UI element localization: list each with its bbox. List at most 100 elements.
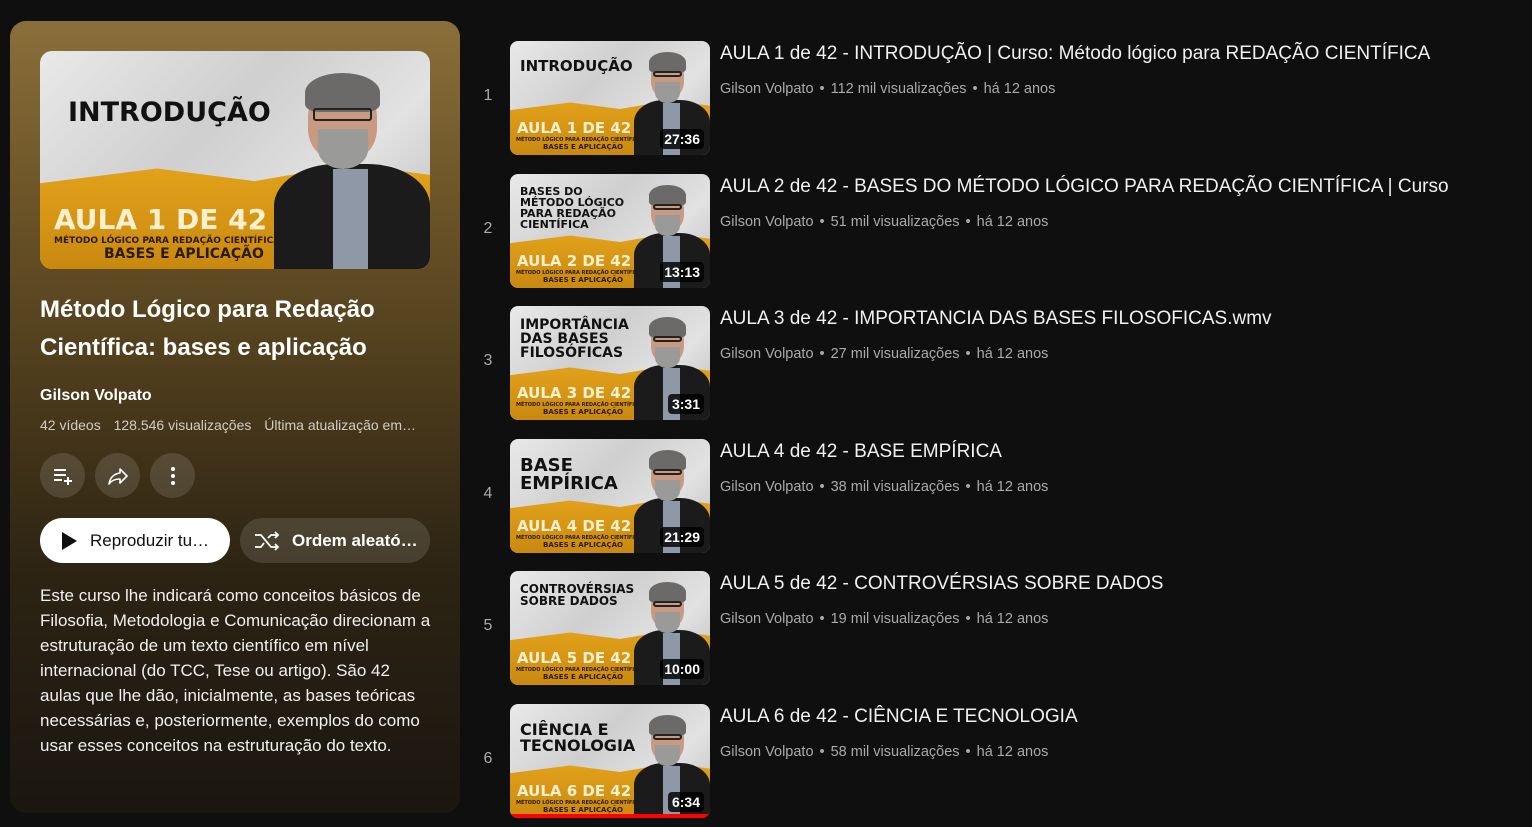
video-thumbnail[interactable]: CIÊNCIA E TECNOLOGIA AULA 6 DE 42 MÉTODO…: [510, 704, 710, 818]
video-channel[interactable]: Gilson Volpato: [720, 744, 814, 760]
video-thumbnail[interactable]: IMPORTÂNCIA DAS BASES FILOSÓFICAS AULA 3…: [510, 306, 710, 420]
playlist-video-row[interactable]: 2 BASES DO MÉTODO LÓGICO PARA REDAÇÃO CI…: [470, 174, 1520, 288]
thumbnail-aula: AULA 2 DE 42: [517, 252, 632, 270]
video-metadata: Gilson Volpato • 27 mil visualizações • há 1…: [720, 346, 1048, 362]
thumbnail-aula: AULA 3 DE 42: [517, 384, 632, 402]
video-views: 112 mil visualizações: [830, 81, 967, 97]
video-duration: 27:36: [660, 129, 704, 149]
share-icon: [107, 467, 128, 485]
video-channel[interactable]: Gilson Volpato: [720, 479, 814, 495]
playlist-header-panel: INTRODUÇÃO AULA 1 DE 42 MÉTODO LÓGICO PA…: [10, 21, 460, 813]
video-age: há 12 anos: [976, 479, 1049, 495]
shuffle-icon: [255, 530, 280, 551]
video-index: 4: [483, 485, 493, 502]
video-channel[interactable]: Gilson Volpato: [720, 214, 814, 230]
video-duration: 13:13: [660, 262, 704, 282]
video-title[interactable]: AULA 6 de 42 - CIÊNCIA E TECNOLOGIA: [720, 706, 1078, 728]
video-duration: 6:34: [667, 792, 704, 812]
shuffle-label: Ordem aleató…: [292, 530, 418, 550]
thumbnail-subtitle-2: BASES E APLICAÇÃO: [543, 408, 623, 416]
playlist-views: 128.546 visualizações: [113, 417, 252, 433]
presenter-image: [274, 51, 430, 269]
video-count: 42 vídeos: [40, 417, 101, 433]
video-duration: 3:31: [667, 394, 704, 414]
separator-dot: •: [965, 611, 971, 627]
video-index: 3: [483, 352, 493, 369]
separator-dot: •: [819, 744, 825, 760]
video-channel[interactable]: Gilson Volpato: [720, 611, 814, 627]
video-metadata: Gilson Volpato • 19 mil visualizações • há 1…: [720, 611, 1048, 627]
video-age: há 12 anos: [976, 214, 1049, 230]
video-index: 2: [483, 220, 493, 237]
video-title[interactable]: AULA 1 de 42 - INTRODUÇÃO | Curso: Métod…: [720, 43, 1430, 65]
video-index: 1: [483, 87, 493, 104]
playlist-video-row[interactable]: 3 IMPORTÂNCIA DAS BASES FILOSÓFICAS AULA…: [470, 306, 1520, 420]
video-channel[interactable]: Gilson Volpato: [720, 81, 814, 97]
thumbnail-subtitle-2: BASES E APLICAÇÃO: [543, 673, 623, 681]
playlist-video-row[interactable]: 1 INTRODUÇÃO AULA 1 DE 42 MÉTODO LÓGICO …: [470, 41, 1520, 155]
video-thumbnail[interactable]: BASE EMPÍRICA AULA 4 DE 42 MÉTODO LÓGICO…: [510, 439, 710, 553]
more-actions-button[interactable]: [150, 453, 195, 498]
video-metadata: Gilson Volpato • 51 mil visualizações • há 1…: [720, 214, 1048, 230]
video-views: 58 mil visualizações: [830, 744, 960, 760]
separator-dot: •: [819, 346, 825, 362]
playlist-add-icon: [53, 468, 72, 485]
separator-dot: •: [965, 744, 971, 760]
play-all-label: Reproduzir tu…: [90, 530, 210, 550]
video-age: há 12 anos: [976, 611, 1049, 627]
video-duration: 10:00: [660, 659, 704, 679]
thumbnail-heading: CONTROVÉRSIAS SOBRE DADOS: [520, 582, 635, 608]
video-channel[interactable]: Gilson Volpato: [720, 346, 814, 362]
video-metadata: Gilson Volpato • 58 mil visualizações • há 1…: [720, 744, 1048, 760]
playlist-title: Método Lógico para Redação Científica: b…: [40, 296, 375, 361]
thumbnail-subtitle-2: BASES E APLICAÇÃO: [543, 143, 623, 151]
thumbnail-heading: CIÊNCIA E TECNOLOGIA: [520, 720, 636, 755]
video-title[interactable]: AULA 3 de 42 - IMPORTANCIA DAS BASES FIL…: [720, 308, 1272, 330]
video-thumbnail[interactable]: CONTROVÉRSIAS SOBRE DADOS AULA 5 DE 42 M…: [510, 571, 710, 685]
video-title[interactable]: AULA 5 de 42 - CONTROVÉRSIAS SOBRE DADOS: [720, 573, 1163, 595]
playlist-channel-name[interactable]: Gilson Volpato: [40, 387, 152, 405]
playlist-video-row[interactable]: 6 CIÊNCIA E TECNOLOGIA AULA 6 DE 42 MÉTO…: [470, 704, 1520, 818]
video-title[interactable]: AULA 4 de 42 - BASE EMPÍRICA: [720, 441, 1002, 463]
separator-dot: •: [965, 479, 971, 495]
thumbnail-aula: AULA 1 DE 42: [517, 119, 632, 137]
playlist-video-row[interactable]: 4 BASE EMPÍRICA AULA 4 DE 42 MÉTODO LÓGI…: [470, 439, 1520, 553]
video-metadata: Gilson Volpato • 38 mil visualizações • há 1…: [720, 479, 1048, 495]
thumbnail-subtitle-2: BASES E APLICAÇÃO: [104, 246, 264, 262]
video-thumbnail[interactable]: INTRODUÇÃO AULA 1 DE 42 MÉTODO LÓGICO PA…: [510, 41, 710, 155]
video-age: há 12 anos: [976, 346, 1049, 362]
thumbnail-subtitle-2: BASES E APLICAÇÃO: [543, 276, 623, 284]
thumbnail-heading: INTRODUÇÃO: [68, 97, 271, 128]
save-playlist-button[interactable]: [40, 453, 85, 498]
separator-dot: •: [965, 214, 971, 230]
thumbnail-aula: AULA 1 DE 42: [54, 203, 268, 236]
video-duration: 21:29: [660, 527, 704, 547]
thumbnail-subtitle-2: BASES E APLICAÇÃO: [543, 541, 623, 549]
video-views: 38 mil visualizações: [830, 479, 960, 495]
separator-dot: •: [819, 81, 825, 97]
playlist-description: Este curso lhe indicará como conceitos b…: [40, 586, 431, 755]
thumbnail-heading: BASES DO MÉTODO LÓGICO PARA REDAÇÃO CIEN…: [520, 185, 625, 231]
video-views: 19 mil visualizações: [830, 611, 960, 627]
video-age: há 12 anos: [983, 81, 1056, 97]
video-index: 6: [483, 750, 493, 767]
share-button[interactable]: [95, 453, 140, 498]
video-thumbnail[interactable]: BASES DO MÉTODO LÓGICO PARA REDAÇÃO CIEN…: [510, 174, 710, 288]
last-updated: Última atualização em…: [264, 417, 416, 433]
playlist-thumbnail[interactable]: INTRODUÇÃO AULA 1 DE 42 MÉTODO LÓGICO PA…: [40, 51, 430, 269]
play-all-button[interactable]: Reproduzir tu…: [40, 518, 230, 563]
video-title[interactable]: AULA 2 de 42 - BASES DO MÉTODO LÓGICO PA…: [720, 176, 1449, 198]
video-views: 27 mil visualizações: [830, 346, 960, 362]
thumbnail-aula: AULA 4 DE 42: [517, 517, 632, 535]
separator-dot: •: [972, 81, 978, 97]
separator-dot: •: [819, 479, 825, 495]
more-vert-icon: [170, 466, 175, 485]
video-views: 51 mil visualizações: [830, 214, 960, 230]
separator-dot: •: [819, 214, 825, 230]
playlist-video-row[interactable]: 5 CONTROVÉRSIAS SOBRE DADOS AULA 5 DE 42…: [470, 571, 1520, 685]
thumbnail-heading: INTRODUÇÃO: [520, 57, 633, 75]
video-age: há 12 anos: [976, 744, 1049, 760]
play-icon: [62, 531, 77, 550]
shuffle-button[interactable]: Ordem aleató…: [240, 518, 430, 563]
thumbnail-heading: IMPORTÂNCIA DAS BASES FILOSÓFICAS: [520, 317, 629, 361]
